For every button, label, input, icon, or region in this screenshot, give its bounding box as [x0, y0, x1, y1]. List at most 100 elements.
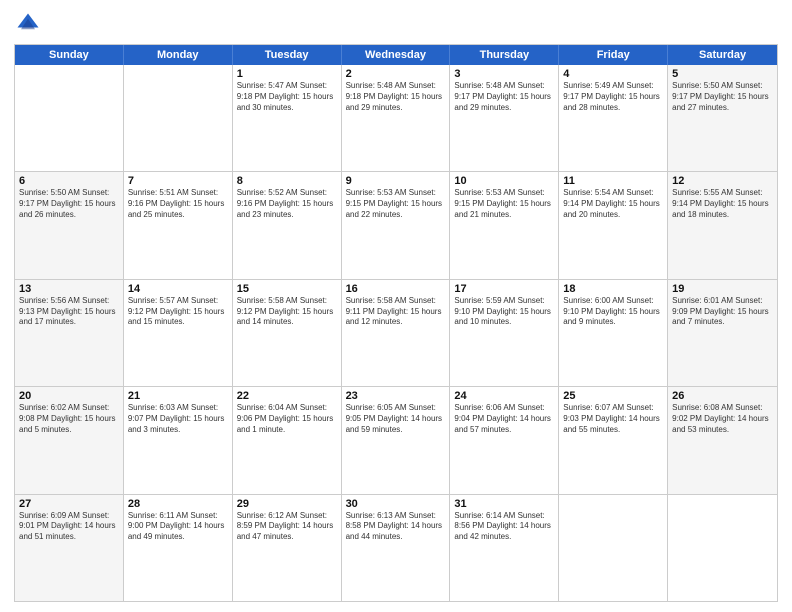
day-cell-31: 31Sunrise: 6:14 AM Sunset: 8:56 PM Dayli… — [450, 495, 559, 601]
header-day-monday: Monday — [124, 45, 233, 65]
day-number: 22 — [237, 390, 337, 402]
day-cell-8: 8Sunrise: 5:52 AM Sunset: 9:16 PM Daylig… — [233, 172, 342, 278]
day-number: 20 — [19, 390, 119, 402]
day-number: 12 — [672, 175, 773, 187]
calendar-row-4: 20Sunrise: 6:02 AM Sunset: 9:08 PM Dayli… — [15, 386, 777, 493]
header-day-saturday: Saturday — [668, 45, 777, 65]
day-info: Sunrise: 6:14 AM Sunset: 8:56 PM Dayligh… — [454, 511, 554, 543]
day-info: Sunrise: 5:52 AM Sunset: 9:16 PM Dayligh… — [237, 188, 337, 220]
calendar-header: SundayMondayTuesdayWednesdayThursdayFrid… — [15, 45, 777, 65]
day-cell-15: 15Sunrise: 5:58 AM Sunset: 9:12 PM Dayli… — [233, 280, 342, 386]
day-info: Sunrise: 5:50 AM Sunset: 9:17 PM Dayligh… — [672, 81, 773, 113]
calendar-row-3: 13Sunrise: 5:56 AM Sunset: 9:13 PM Dayli… — [15, 279, 777, 386]
day-cell-22: 22Sunrise: 6:04 AM Sunset: 9:06 PM Dayli… — [233, 387, 342, 493]
day-info: Sunrise: 5:48 AM Sunset: 9:18 PM Dayligh… — [346, 81, 446, 113]
day-number: 5 — [672, 68, 773, 80]
day-number: 2 — [346, 68, 446, 80]
day-cell-9: 9Sunrise: 5:53 AM Sunset: 9:15 PM Daylig… — [342, 172, 451, 278]
day-cell-4: 4Sunrise: 5:49 AM Sunset: 9:17 PM Daylig… — [559, 65, 668, 171]
day-info: Sunrise: 5:58 AM Sunset: 9:12 PM Dayligh… — [237, 296, 337, 328]
day-info: Sunrise: 5:59 AM Sunset: 9:10 PM Dayligh… — [454, 296, 554, 328]
calendar-row-5: 27Sunrise: 6:09 AM Sunset: 9:01 PM Dayli… — [15, 494, 777, 601]
day-number: 4 — [563, 68, 663, 80]
calendar-body: 1Sunrise: 5:47 AM Sunset: 9:18 PM Daylig… — [15, 65, 777, 601]
calendar: SundayMondayTuesdayWednesdayThursdayFrid… — [14, 44, 778, 602]
day-cell-26: 26Sunrise: 6:08 AM Sunset: 9:02 PM Dayli… — [668, 387, 777, 493]
header-day-thursday: Thursday — [450, 45, 559, 65]
day-number: 28 — [128, 498, 228, 510]
day-cell-30: 30Sunrise: 6:13 AM Sunset: 8:58 PM Dayli… — [342, 495, 451, 601]
day-cell-21: 21Sunrise: 6:03 AM Sunset: 9:07 PM Dayli… — [124, 387, 233, 493]
day-info: Sunrise: 5:56 AM Sunset: 9:13 PM Dayligh… — [19, 296, 119, 328]
day-number: 14 — [128, 283, 228, 295]
header-day-sunday: Sunday — [15, 45, 124, 65]
day-cell-6: 6Sunrise: 5:50 AM Sunset: 9:17 PM Daylig… — [15, 172, 124, 278]
logo — [14, 10, 46, 38]
day-info: Sunrise: 6:08 AM Sunset: 9:02 PM Dayligh… — [672, 403, 773, 435]
day-cell-24: 24Sunrise: 6:06 AM Sunset: 9:04 PM Dayli… — [450, 387, 559, 493]
day-number: 25 — [563, 390, 663, 402]
header-day-friday: Friday — [559, 45, 668, 65]
day-cell-7: 7Sunrise: 5:51 AM Sunset: 9:16 PM Daylig… — [124, 172, 233, 278]
day-cell-5: 5Sunrise: 5:50 AM Sunset: 9:17 PM Daylig… — [668, 65, 777, 171]
day-cell-13: 13Sunrise: 5:56 AM Sunset: 9:13 PM Dayli… — [15, 280, 124, 386]
day-number: 6 — [19, 175, 119, 187]
day-cell-2: 2Sunrise: 5:48 AM Sunset: 9:18 PM Daylig… — [342, 65, 451, 171]
day-info: Sunrise: 5:49 AM Sunset: 9:17 PM Dayligh… — [563, 81, 663, 113]
day-cell-18: 18Sunrise: 6:00 AM Sunset: 9:10 PM Dayli… — [559, 280, 668, 386]
day-info: Sunrise: 5:48 AM Sunset: 9:17 PM Dayligh… — [454, 81, 554, 113]
empty-cell — [559, 495, 668, 601]
day-number: 27 — [19, 498, 119, 510]
day-cell-11: 11Sunrise: 5:54 AM Sunset: 9:14 PM Dayli… — [559, 172, 668, 278]
day-info: Sunrise: 5:47 AM Sunset: 9:18 PM Dayligh… — [237, 81, 337, 113]
day-number: 7 — [128, 175, 228, 187]
empty-cell — [668, 495, 777, 601]
day-info: Sunrise: 5:50 AM Sunset: 9:17 PM Dayligh… — [19, 188, 119, 220]
day-info: Sunrise: 5:57 AM Sunset: 9:12 PM Dayligh… — [128, 296, 228, 328]
day-cell-29: 29Sunrise: 6:12 AM Sunset: 8:59 PM Dayli… — [233, 495, 342, 601]
day-cell-12: 12Sunrise: 5:55 AM Sunset: 9:14 PM Dayli… — [668, 172, 777, 278]
day-cell-25: 25Sunrise: 6:07 AM Sunset: 9:03 PM Dayli… — [559, 387, 668, 493]
day-number: 8 — [237, 175, 337, 187]
day-cell-27: 27Sunrise: 6:09 AM Sunset: 9:01 PM Dayli… — [15, 495, 124, 601]
day-number: 1 — [237, 68, 337, 80]
day-cell-23: 23Sunrise: 6:05 AM Sunset: 9:05 PM Dayli… — [342, 387, 451, 493]
day-cell-3: 3Sunrise: 5:48 AM Sunset: 9:17 PM Daylig… — [450, 65, 559, 171]
day-cell-14: 14Sunrise: 5:57 AM Sunset: 9:12 PM Dayli… — [124, 280, 233, 386]
day-info: Sunrise: 6:12 AM Sunset: 8:59 PM Dayligh… — [237, 511, 337, 543]
day-number: 24 — [454, 390, 554, 402]
day-number: 18 — [563, 283, 663, 295]
day-number: 11 — [563, 175, 663, 187]
day-number: 13 — [19, 283, 119, 295]
day-number: 17 — [454, 283, 554, 295]
day-number: 3 — [454, 68, 554, 80]
day-info: Sunrise: 6:09 AM Sunset: 9:01 PM Dayligh… — [19, 511, 119, 543]
day-info: Sunrise: 5:53 AM Sunset: 9:15 PM Dayligh… — [346, 188, 446, 220]
empty-cell — [124, 65, 233, 171]
page-header — [14, 10, 778, 38]
day-info: Sunrise: 6:05 AM Sunset: 9:05 PM Dayligh… — [346, 403, 446, 435]
day-cell-20: 20Sunrise: 6:02 AM Sunset: 9:08 PM Dayli… — [15, 387, 124, 493]
day-number: 15 — [237, 283, 337, 295]
day-info: Sunrise: 6:00 AM Sunset: 9:10 PM Dayligh… — [563, 296, 663, 328]
day-cell-28: 28Sunrise: 6:11 AM Sunset: 9:00 PM Dayli… — [124, 495, 233, 601]
empty-cell — [15, 65, 124, 171]
day-info: Sunrise: 5:54 AM Sunset: 9:14 PM Dayligh… — [563, 188, 663, 220]
header-day-wednesday: Wednesday — [342, 45, 451, 65]
day-number: 10 — [454, 175, 554, 187]
day-number: 31 — [454, 498, 554, 510]
day-cell-17: 17Sunrise: 5:59 AM Sunset: 9:10 PM Dayli… — [450, 280, 559, 386]
day-info: Sunrise: 5:53 AM Sunset: 9:15 PM Dayligh… — [454, 188, 554, 220]
day-info: Sunrise: 6:06 AM Sunset: 9:04 PM Dayligh… — [454, 403, 554, 435]
day-info: Sunrise: 6:04 AM Sunset: 9:06 PM Dayligh… — [237, 403, 337, 435]
calendar-row-1: 1Sunrise: 5:47 AM Sunset: 9:18 PM Daylig… — [15, 65, 777, 171]
day-info: Sunrise: 6:07 AM Sunset: 9:03 PM Dayligh… — [563, 403, 663, 435]
day-number: 21 — [128, 390, 228, 402]
day-info: Sunrise: 6:11 AM Sunset: 9:00 PM Dayligh… — [128, 511, 228, 543]
header-day-tuesday: Tuesday — [233, 45, 342, 65]
day-info: Sunrise: 6:13 AM Sunset: 8:58 PM Dayligh… — [346, 511, 446, 543]
day-number: 19 — [672, 283, 773, 295]
day-info: Sunrise: 6:02 AM Sunset: 9:08 PM Dayligh… — [19, 403, 119, 435]
day-info: Sunrise: 5:51 AM Sunset: 9:16 PM Dayligh… — [128, 188, 228, 220]
logo-icon — [14, 10, 42, 38]
